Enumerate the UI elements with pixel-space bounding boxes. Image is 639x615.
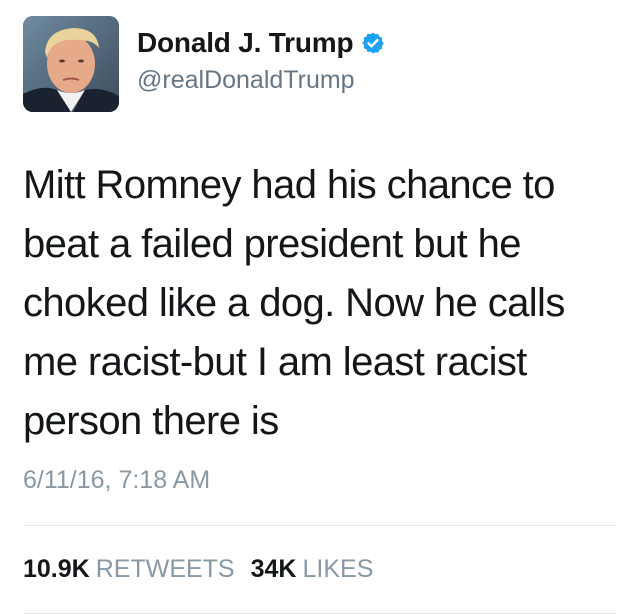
retweets-count: 10.9K [23, 555, 90, 583]
retweets-stat[interactable]: 10.9K RETWEETS [23, 555, 235, 584]
tweet-stats: 10.9K RETWEETS 34K LIKES [23, 555, 389, 584]
tweet-text-line: Mitt Romney had his chance to [23, 163, 555, 207]
retweets-label: RETWEETS [95, 555, 235, 583]
likes-count: 34K [250, 555, 297, 583]
tweet-text-line: choked like a dog. Now he calls [23, 281, 565, 325]
tweet-timestamp[interactable]: 6/11/16, 7:18 AM [23, 466, 210, 495]
tweet-text-line: me racist-but I am least racist [23, 340, 527, 384]
tweet-card: Donald J. Trump @realDonaldTrump Mitt Ro… [0, 0, 639, 615]
avatar[interactable] [23, 16, 119, 112]
likes-label: LIKES [302, 555, 374, 583]
tweet-text-line: person there is [23, 399, 279, 443]
user-handle[interactable]: @realDonaldTrump [137, 66, 385, 95]
tweet-text: Mitt Romney had his chance to beat a fai… [23, 156, 623, 451]
verified-badge-icon [361, 31, 385, 55]
avatar-image [23, 16, 119, 112]
display-name[interactable]: Donald J. Trump [137, 27, 354, 59]
divider [23, 525, 616, 526]
author-info: Donald J. Trump @realDonaldTrump [137, 26, 385, 95]
likes-stat[interactable]: 34K LIKES [251, 555, 374, 584]
tweet-text-line: beat a failed president but he [23, 222, 522, 266]
name-row: Donald J. Trump [137, 26, 385, 60]
divider [23, 613, 616, 614]
